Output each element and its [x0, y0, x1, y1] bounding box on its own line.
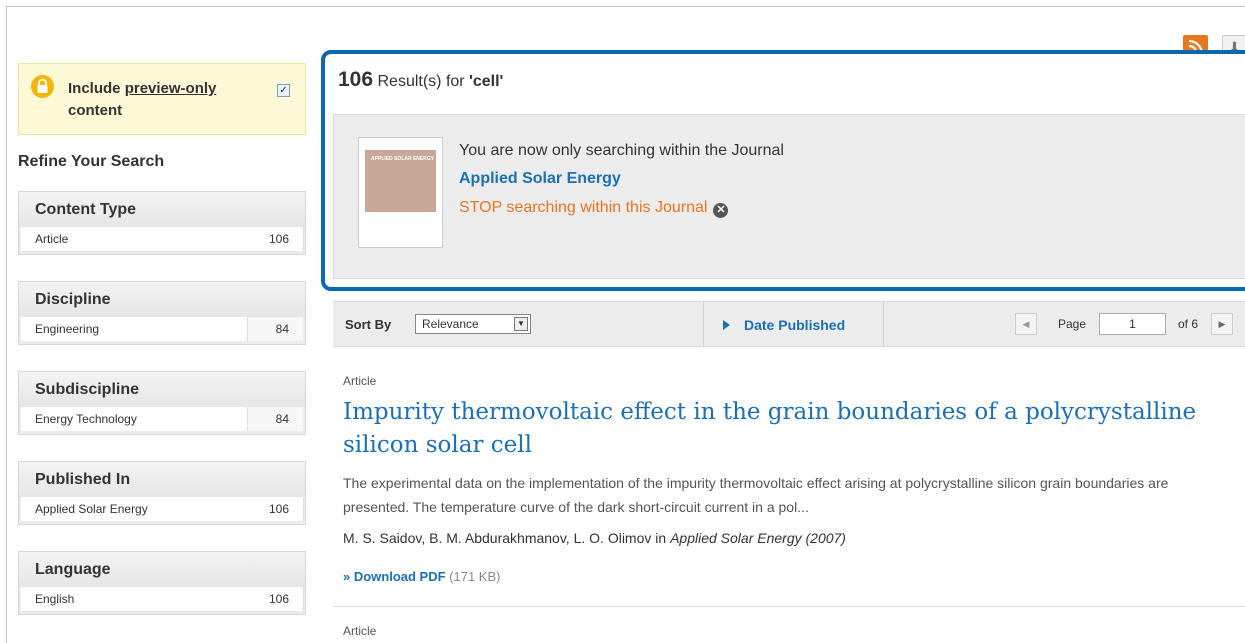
- download-size: (171 KB): [445, 569, 501, 584]
- facet-discipline: Discipline Engineering 84: [18, 281, 306, 345]
- chevron-down-icon: ▼: [514, 317, 528, 331]
- lock-icon: [31, 75, 54, 98]
- facet-subdiscipline: Subdiscipline Energy Technology 84: [18, 371, 306, 435]
- facet-item-count: 106: [268, 592, 289, 606]
- facet-item-count: 84: [275, 412, 289, 426]
- article-abstract: The experimental data on the implementat…: [343, 475, 1169, 515]
- facet-content-type: Content Type Article 106: [18, 191, 306, 255]
- sort-select[interactable]: Relevance ▼: [415, 314, 531, 334]
- facet-item-label: Article: [35, 232, 69, 246]
- article-type: Article: [343, 624, 377, 638]
- sort-date-published[interactable]: Date Published: [723, 317, 845, 333]
- sort-by-label: Sort By: [345, 317, 392, 332]
- page-input[interactable]: 1: [1099, 313, 1166, 335]
- facet-item-article[interactable]: Article 106: [21, 227, 304, 251]
- journal-cover[interactable]: APPLIED SOLAR ENERGY: [358, 137, 443, 248]
- facet-item-energy-technology[interactable]: Energy Technology 84: [21, 407, 303, 431]
- facet-item-label: Applied Solar Energy: [35, 502, 148, 516]
- article-authors: M. S. Saidov, B. M. Abdurakhmanov, L. O.…: [343, 530, 846, 546]
- next-page-button[interactable]: ▶: [1211, 313, 1233, 335]
- article-journal-link[interactable]: Applied Solar Energy (2007): [670, 530, 846, 546]
- facet-title: Content Type: [19, 192, 305, 227]
- facet-item-english[interactable]: English 106: [21, 587, 304, 611]
- facet-title: Published In: [19, 462, 305, 497]
- journal-name-link[interactable]: Applied Solar Energy: [459, 170, 621, 188]
- download-pdf: » Download PDF (171 KB): [343, 569, 500, 584]
- sort-bar: Sort By Relevance ▼ Date Published ◀ Page…: [333, 301, 1245, 347]
- facet-language: Language English 106: [18, 551, 306, 615]
- facet-item-label: Engineering: [35, 322, 100, 336]
- preview-only-toggle: Include preview-only content ✓: [18, 63, 306, 135]
- results-summary: 106 Result(s) for 'cell' APPLIED SOLAR E…: [321, 50, 1245, 291]
- facet-published-in: Published In Applied Solar Energy 106: [18, 461, 306, 525]
- play-icon: [723, 320, 730, 330]
- journal-filter-panel: APPLIED SOLAR ENERGY You are now only se…: [333, 114, 1245, 279]
- stop-searching-link[interactable]: STOP searching within this Journal ✕: [459, 199, 729, 218]
- close-icon: ✕: [713, 203, 729, 218]
- result-divider: [333, 606, 1245, 607]
- facet-item-count: 106: [268, 502, 289, 516]
- page-label: Page: [1058, 317, 1087, 331]
- article-title-link[interactable]: Impurity thermovoltaic effect in the gra…: [343, 396, 1223, 462]
- refine-search-heading: Refine Your Search: [18, 153, 165, 170]
- facet-title: Discipline: [19, 282, 305, 317]
- facet-item-applied-solar-energy[interactable]: Applied Solar Energy 106: [21, 497, 304, 521]
- facet-item-engineering[interactable]: Engineering 84: [21, 317, 303, 341]
- facet-item-count: 106: [268, 232, 289, 246]
- facet-item-label: Energy Technology: [35, 412, 137, 426]
- facet-item-count: 84: [275, 322, 289, 336]
- page-count: of 6: [1178, 317, 1199, 331]
- article-type: Article: [343, 374, 377, 388]
- facet-title: Language: [19, 552, 305, 587]
- facet-title: Subdiscipline: [19, 372, 305, 407]
- prev-page-button[interactable]: ◀: [1015, 313, 1037, 335]
- searching-within-text: You are now only searching within the Jo…: [459, 142, 784, 159]
- preview-only-label: Include preview-only content: [68, 80, 217, 119]
- facet-item-label: English: [35, 592, 75, 606]
- result-count: 106 Result(s) for 'cell': [338, 68, 504, 91]
- download-pdf-link[interactable]: » Download PDF: [343, 569, 446, 584]
- cover-title: APPLIED SOLAR ENERGY: [371, 156, 435, 162]
- preview-only-checkbox[interactable]: ✓: [277, 84, 290, 97]
